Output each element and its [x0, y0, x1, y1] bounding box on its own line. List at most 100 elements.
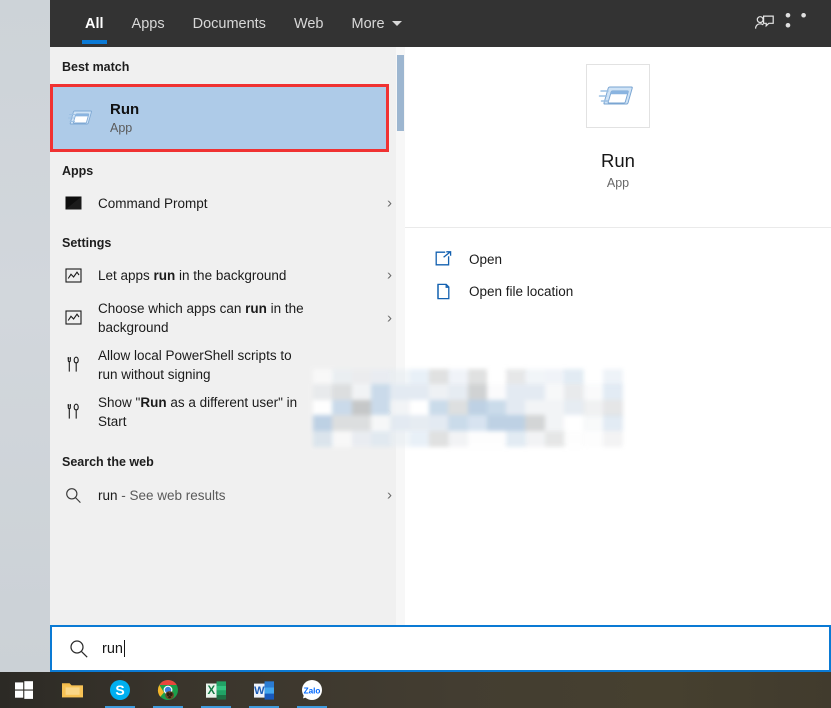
result-item-show-run-as-different-user[interactable]: Show "Run as a different user" in Start … — [50, 388, 405, 435]
chevron-right-icon: › — [387, 309, 392, 326]
search-icon — [66, 636, 92, 662]
preview-pane: Run App Open Open file location — [405, 47, 831, 625]
svg-text:S: S — [115, 682, 124, 698]
chevron-right-icon: › — [387, 486, 392, 504]
command-prompt-icon — [62, 192, 84, 214]
taskbar-skype[interactable]: S — [96, 672, 144, 708]
tab-more-label: More — [351, 15, 385, 32]
svg-text:W: W — [254, 685, 265, 697]
tab-documents-label: Documents — [192, 15, 266, 32]
result-label-part: in the background — [175, 267, 287, 283]
results-inner: Best match Run App Apps Command Prompt ›… — [50, 54, 405, 515]
result-label: Choose which apps can run in the backgro… — [98, 299, 323, 337]
results-scrollbar-thumb[interactable] — [397, 55, 404, 131]
result-label-highlight: run — [153, 267, 176, 283]
result-label-query: run — [98, 487, 118, 503]
best-match-wrapper: Run App — [50, 84, 405, 152]
account-feedback-icon[interactable] — [747, 7, 781, 41]
section-header-search-the-web: Search the web — [62, 455, 154, 469]
tab-apps-label: Apps — [131, 15, 165, 32]
result-label-highlight: run — [245, 300, 267, 316]
excel-icon: X — [204, 678, 228, 702]
skype-icon: S — [108, 678, 132, 702]
taskbar-microsoft-excel[interactable]: X — [192, 672, 240, 708]
best-match-subtitle: App — [110, 120, 133, 135]
tab-apps[interactable]: Apps — [118, 0, 179, 47]
desktop-background — [0, 0, 50, 672]
tab-all[interactable]: All — [71, 0, 118, 47]
search-body: Best match Run App Apps Command Prompt ›… — [50, 47, 831, 625]
svg-text:X: X — [207, 685, 215, 697]
settings-tools-icon — [62, 401, 84, 423]
result-label-part: Choose which apps can — [98, 300, 246, 316]
search-input-value: run — [102, 640, 123, 657]
windows-logo-icon — [12, 678, 36, 702]
chrome-icon — [156, 678, 180, 702]
taskbar: S X W Zalo — [0, 672, 831, 708]
search-header: All Apps Documents Web More • • • — [50, 0, 831, 47]
header-actions: • • • — [743, 0, 819, 47]
result-label: Let apps run in the background — [98, 266, 286, 285]
result-item-choose-apps-run-background[interactable]: Choose which apps can run in the backgro… — [50, 294, 405, 341]
search-input-text[interactable]: run — [102, 640, 125, 657]
result-item-let-apps-run-background[interactable]: Let apps run in the background › — [50, 256, 405, 294]
result-label: run - See web results — [98, 486, 226, 505]
settings-tools-icon — [62, 354, 84, 376]
search-filter-tabs: All Apps Documents Web More — [71, 0, 416, 47]
text-cursor — [123, 640, 125, 657]
chevron-right-icon: › — [387, 403, 392, 420]
tab-web[interactable]: Web — [280, 0, 338, 47]
preview-actions: Open Open file location — [405, 243, 831, 307]
result-label: Show "Run as a different user" in Start — [98, 393, 318, 431]
search-flyout: All Apps Documents Web More • • • Best m… — [50, 0, 831, 625]
settings-chart-icon — [62, 307, 84, 329]
result-item-command-prompt[interactable]: Command Prompt › — [50, 184, 405, 222]
taskbar-microsoft-word[interactable]: W — [240, 672, 288, 708]
start-button[interactable] — [0, 672, 48, 708]
run-app-icon — [586, 64, 650, 128]
result-item-web-search-run[interactable]: run - See web results › — [50, 475, 405, 515]
search-input-bar[interactable]: run — [50, 625, 831, 672]
preview-hero: Run App — [405, 47, 831, 199]
word-icon: W — [252, 678, 276, 702]
section-header-settings: Settings — [62, 236, 112, 250]
action-label: Open — [469, 251, 503, 267]
screen: All Apps Documents Web More • • • Best m… — [0, 0, 831, 708]
tab-web-label: Web — [293, 15, 324, 32]
tab-more[interactable]: More — [338, 0, 416, 47]
ellipsis-label: • • • — [785, 5, 810, 35]
section-header-best-match: Best match — [62, 60, 130, 74]
chevron-right-icon: › — [387, 266, 392, 284]
preview-app-name: Run — [601, 150, 635, 171]
search-icon — [62, 484, 84, 506]
result-item-run-best-match[interactable]: Run App — [51, 86, 388, 150]
result-label-part: Show " — [98, 394, 141, 410]
tab-documents[interactable]: Documents — [179, 0, 280, 47]
preview-divider — [405, 227, 831, 228]
result-item-allow-powershell-scripts[interactable]: Allow local PowerShell scripts to run wi… — [50, 341, 405, 388]
result-label: Allow local PowerShell scripts to run wi… — [98, 347, 292, 382]
svg-text:Zalo: Zalo — [304, 686, 321, 695]
best-match-title: Run — [110, 100, 140, 118]
preview-app-type: App — [606, 176, 630, 190]
taskbar-file-explorer[interactable] — [48, 672, 96, 708]
run-app-icon — [64, 100, 100, 136]
taskbar-zalo[interactable]: Zalo — [288, 672, 336, 708]
results-list: Best match Run App Apps Command Prompt ›… — [50, 47, 405, 625]
file-explorer-icon — [60, 678, 84, 702]
taskbar-google-chrome[interactable] — [144, 672, 192, 708]
action-label: Open file location — [469, 283, 574, 299]
action-open-file-location[interactable]: Open file location — [405, 275, 831, 307]
result-label-suffix: - See web results — [117, 487, 226, 503]
folder-location-icon — [432, 280, 454, 302]
action-open[interactable]: Open — [405, 243, 831, 275]
tab-all-label: All — [85, 15, 104, 32]
chevron-down-icon — [391, 21, 402, 26]
more-options-icon[interactable]: • • • — [785, 7, 819, 41]
result-label-highlight: Run — [140, 394, 167, 410]
open-external-icon — [432, 248, 454, 270]
zalo-icon: Zalo — [300, 678, 324, 702]
results-scrollbar[interactable] — [396, 47, 405, 625]
section-header-apps: Apps — [62, 164, 94, 178]
result-label: Command Prompt — [98, 195, 208, 211]
